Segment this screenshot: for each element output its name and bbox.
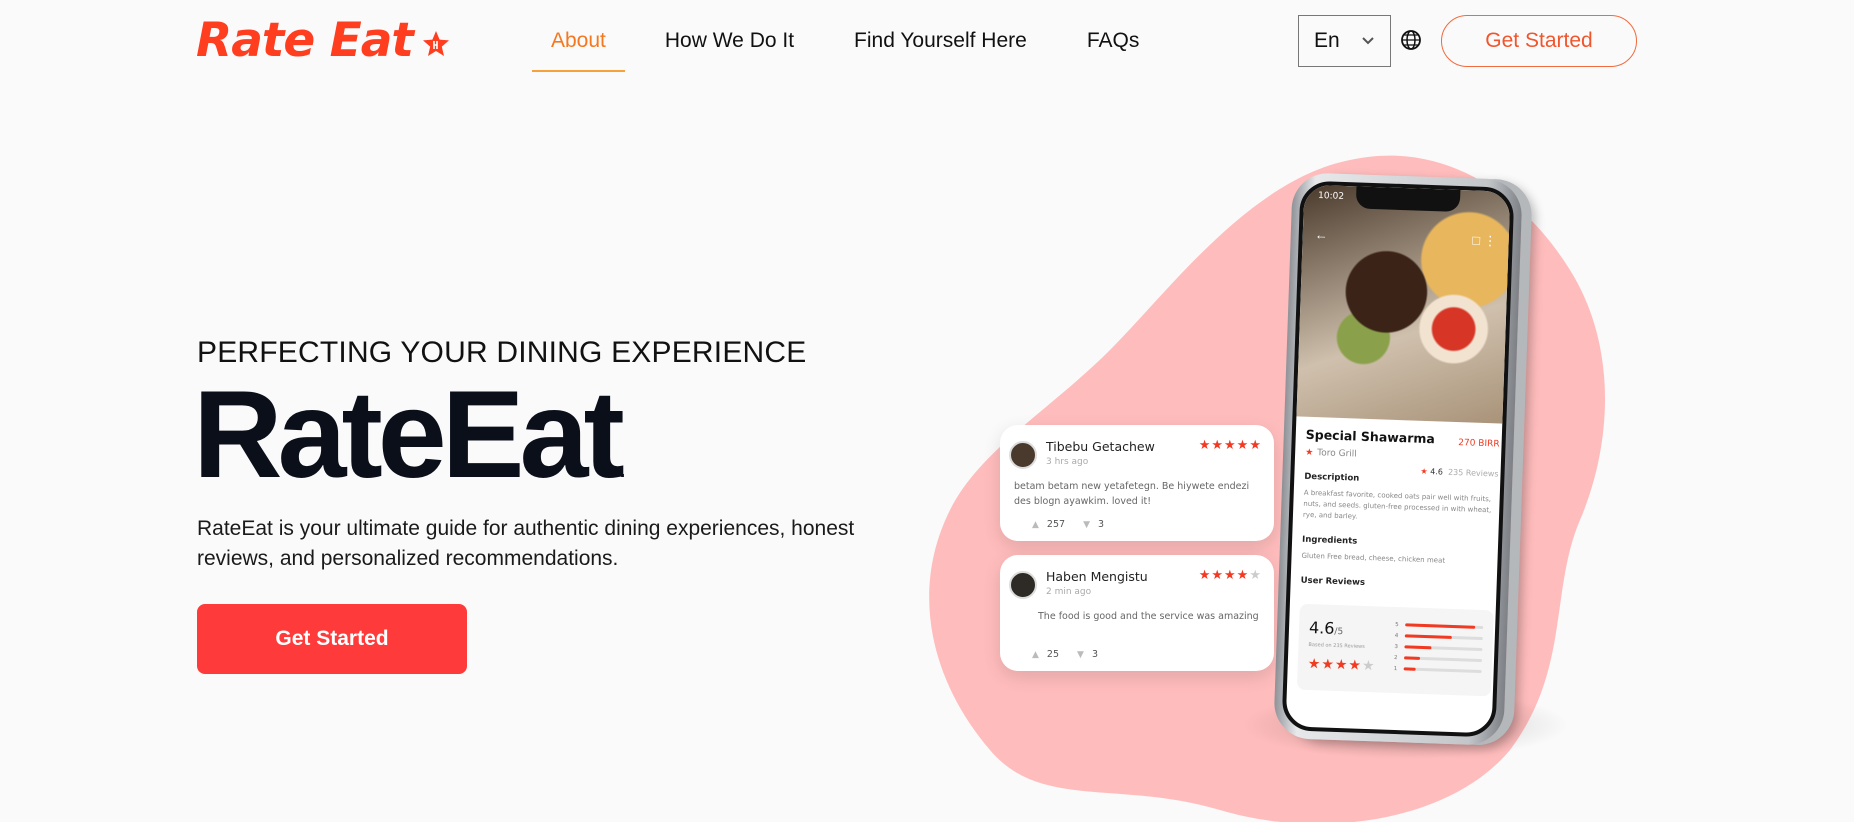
nav-about[interactable]: About bbox=[532, 22, 625, 72]
upvote-icon[interactable]: ▲ bbox=[1032, 520, 1039, 530]
user-reviews-heading: User Reviews bbox=[1300, 575, 1366, 588]
dish-rating-value: 4.6 bbox=[1430, 467, 1444, 477]
rating-bar-track bbox=[1403, 667, 1482, 674]
restaurant-name: ★ Toro Grill bbox=[1305, 448, 1499, 465]
reviewer-name: Haben Mengistu bbox=[1046, 569, 1148, 584]
rating-bar-track bbox=[1404, 656, 1483, 663]
star-icon: ★ bbox=[1420, 466, 1428, 477]
nav-faqs[interactable]: FAQs bbox=[1087, 22, 1140, 72]
rating-bar-label: 5 bbox=[1395, 621, 1399, 628]
phone-clock: 10:02 bbox=[1317, 191, 1345, 202]
ingredients-text: Gluten Free bread, cheese, chicken meat bbox=[1301, 551, 1446, 565]
review-card: Haben Mengistu 2 min ago ★★★★★ The food … bbox=[1000, 555, 1274, 671]
downvote-icon[interactable]: ▼ bbox=[1077, 650, 1084, 660]
nav-how-we-do-it[interactable]: How We Do It bbox=[665, 22, 794, 72]
hero-get-started-button[interactable]: Get Started bbox=[197, 604, 467, 674]
rating-bar-row: 1 bbox=[1393, 663, 1482, 677]
back-arrow-icon: ← bbox=[1314, 226, 1329, 243]
review-text: The food is good and the service was ama… bbox=[1038, 611, 1259, 622]
rating-bar-label: 2 bbox=[1393, 654, 1398, 661]
hero-title-text: RateEat bbox=[193, 366, 625, 504]
logo[interactable]: Rate Eat bbox=[196, 14, 451, 68]
bookmark-share-icons: □ ⋮ bbox=[1471, 232, 1497, 249]
upvote-count: 25 bbox=[1046, 649, 1060, 660]
downvote-count: 3 bbox=[1091, 649, 1098, 660]
review-votes: ▲ 25 ▼ 3 bbox=[1032, 649, 1098, 660]
review-votes: ▲ 257 ▼ 3 bbox=[1032, 519, 1104, 530]
dish-details: Special Shawarma 270 BIRR ★ Toro Grill ★ … bbox=[1296, 427, 1500, 697]
rating-bar-fill bbox=[1404, 645, 1432, 650]
description-text: A breakfast favorite, cooked oats pair w… bbox=[1302, 488, 1492, 521]
downvote-icon[interactable]: ▼ bbox=[1083, 520, 1090, 530]
phone-notch bbox=[1355, 186, 1461, 213]
upvote-icon[interactable]: ▲ bbox=[1032, 650, 1039, 660]
rating-bar-fill bbox=[1405, 623, 1476, 629]
rating-bar-track bbox=[1405, 623, 1484, 630]
hero-title-dot: . bbox=[619, 460, 626, 482]
language-select[interactable]: En bbox=[1298, 15, 1391, 67]
rating-bar-label: 3 bbox=[1394, 643, 1399, 650]
upvote-count: 257 bbox=[1046, 519, 1066, 530]
rating-summary: 4.6/5 Based on 235 Reviews ★★★★★ 5 4 3 2 1 bbox=[1296, 603, 1494, 697]
review-stars: ★★★★★ bbox=[1198, 438, 1262, 453]
rating-score-value: 4.6 bbox=[1308, 618, 1335, 638]
chevron-down-icon bbox=[1362, 37, 1374, 45]
header-get-started-button[interactable]: Get Started bbox=[1441, 15, 1637, 67]
globe-icon[interactable] bbox=[1400, 29, 1422, 51]
nav-find-yourself-here[interactable]: Find Yourself Here bbox=[854, 22, 1027, 72]
rating-bar-label: 1 bbox=[1393, 665, 1398, 672]
review-text: betam betam new yetafetegn. Be hiywete e… bbox=[1014, 481, 1250, 507]
hero-title: RateEat. bbox=[193, 370, 625, 536]
rating-bar-fill bbox=[1404, 656, 1420, 660]
rating-bar-fill bbox=[1403, 667, 1416, 671]
dish-price: 270 BIRR bbox=[1458, 438, 1500, 450]
language-value: En bbox=[1314, 29, 1340, 52]
downvote-count: 3 bbox=[1097, 519, 1105, 530]
rating-bar-label: 4 bbox=[1394, 632, 1399, 639]
logo-text: Rate Eat bbox=[196, 13, 414, 68]
star-fork-icon bbox=[422, 31, 449, 56]
rating-bar-fill bbox=[1404, 634, 1452, 639]
main-menu: About How We Do It Find Yourself Here FA… bbox=[532, 22, 1199, 72]
review-time: 3 hrs ago bbox=[1046, 457, 1089, 467]
food-photo bbox=[1296, 184, 1515, 424]
review-card: Tibebu Getachew 3 hrs ago ★★★★★ betam be… bbox=[1000, 425, 1274, 541]
rating-score-suffix: /5 bbox=[1334, 626, 1344, 638]
reviewer-name: Tibebu Getachew bbox=[1046, 439, 1155, 454]
review-time: 2 min ago bbox=[1046, 587, 1092, 597]
rating-distribution: 5 4 3 2 1 bbox=[1393, 619, 1484, 677]
dish-review-count: 235 Reviews bbox=[1447, 467, 1499, 479]
rating-bar-track bbox=[1404, 634, 1483, 641]
rating-note: Based on 235 Reviews bbox=[1308, 641, 1365, 650]
hero-description: RateEat is your ultimate guide for authe… bbox=[197, 517, 855, 570]
phone-screen: 10:02 ← □ ⋮ Special Shawarma 270 BIRR ★ T… bbox=[1281, 180, 1515, 738]
pin-icon: ★ bbox=[1304, 447, 1314, 459]
top-nav: Rate Eat About How We Do It Find Yoursel… bbox=[0, 0, 1854, 82]
hero-eyebrow: PERFECTING YOUR DINING EXPERIENCE bbox=[197, 336, 807, 369]
avatar bbox=[1009, 571, 1037, 599]
restaurant-name-text: Toro Grill bbox=[1317, 448, 1357, 460]
rating-score: 4.6/5 bbox=[1309, 618, 1344, 638]
avatar bbox=[1009, 441, 1037, 469]
rating-stars: ★★★★★ bbox=[1307, 655, 1376, 675]
rating-bar-track bbox=[1404, 645, 1483, 652]
ingredients-heading: Ingredients bbox=[1301, 534, 1358, 547]
review-stars: ★★★★★ bbox=[1198, 568, 1262, 583]
phone-mockup: 10:02 ← □ ⋮ Special Shawarma 270 BIRR ★ T… bbox=[1273, 172, 1523, 746]
